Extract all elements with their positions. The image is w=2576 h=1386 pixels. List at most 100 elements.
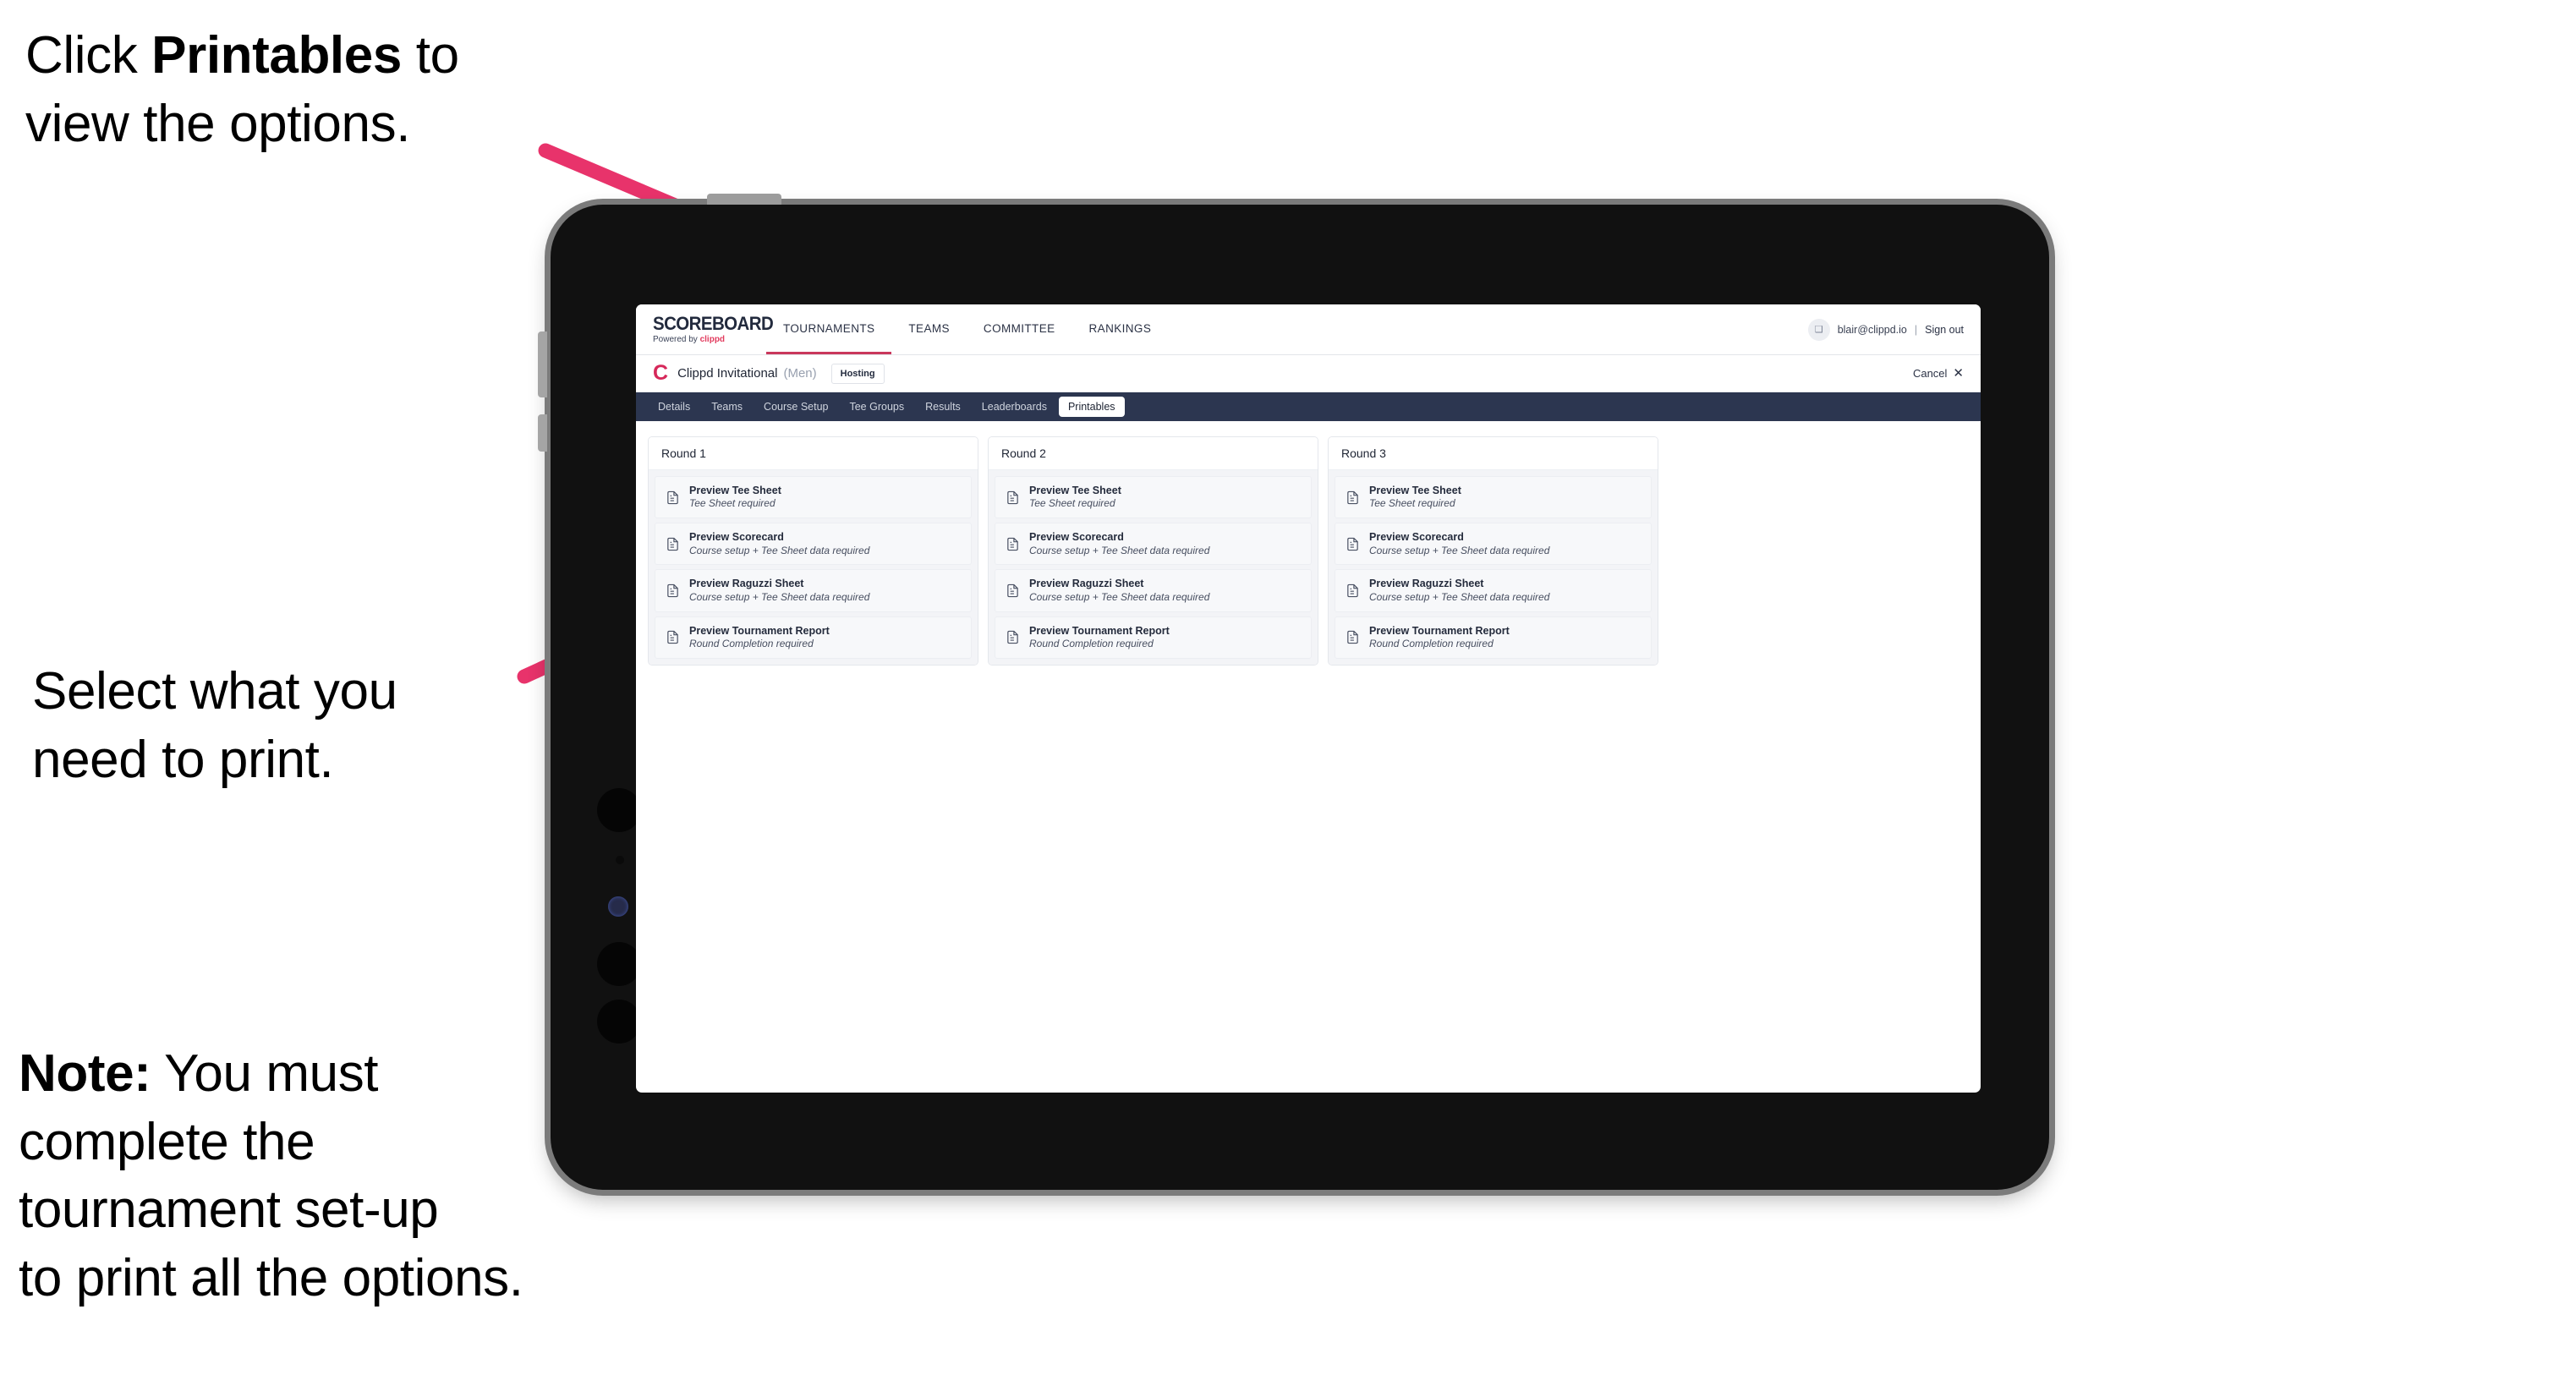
main-navigation: TOURNAMENTS TEAMS COMMITTEE RANKINGS — [766, 304, 1168, 354]
list-item-title: Preview Tournament Report — [689, 624, 830, 637]
document-icon — [667, 630, 678, 644]
list-item-subtitle: Tee Sheet required — [689, 497, 776, 510]
tournament-gender: (Men) — [783, 366, 817, 381]
list-item-title: Preview Tee Sheet — [689, 485, 781, 496]
tab-details[interactable]: Details — [649, 397, 699, 417]
list-item-title: Preview Raguzzi Sheet — [1029, 578, 1144, 590]
document-icon — [667, 583, 678, 598]
close-icon: ✕ — [1953, 366, 1964, 381]
nav-item-committee[interactable]: COMMITTEE — [967, 304, 1072, 354]
list-item[interactable]: Preview Tournament Report Round Completi… — [995, 616, 1312, 659]
clippd-logo-icon: C — [653, 361, 669, 385]
list-item[interactable]: Preview Tournament Report Round Completi… — [1335, 616, 1652, 659]
document-icon — [1007, 490, 1018, 504]
tournament-name: Clippd Invitational — [677, 366, 778, 381]
brand-sub-clippd: clippd — [699, 335, 726, 344]
round-column-3: Round 3 Preview Tee Sheet Tee Sheet requ… — [1328, 436, 1658, 666]
list-item[interactable]: Preview Scorecard Course setup + Tee She… — [1335, 523, 1652, 566]
sign-out-link[interactable]: Sign out — [1925, 324, 1964, 336]
list-item[interactable]: Preview Tee Sheet Tee Sheet required — [655, 476, 972, 519]
brand-sub-prefix: Powered by — [653, 335, 700, 344]
round-items-list: Preview Tee Sheet Tee Sheet required Pre… — [649, 470, 978, 665]
nav-item-rankings[interactable]: RANKINGS — [1072, 304, 1169, 354]
microphone-icon — [616, 856, 624, 864]
status-badge: Hosting — [830, 363, 885, 384]
volume-up-button[interactable] — [538, 331, 547, 397]
tab-teams[interactable]: Teams — [702, 397, 752, 417]
round-column-2: Round 2 Preview Tee Sheet Tee Sheet requ… — [988, 436, 1318, 666]
cancel-button[interactable]: Cancel ✕ — [1913, 367, 1964, 380]
document-icon — [1007, 537, 1018, 551]
app-screen: SCOREBOARD Powered by clippd TOURNAMENTS… — [636, 304, 1981, 1093]
global-header: SCOREBOARD Powered by clippd TOURNAMENTS… — [636, 304, 1981, 355]
annotation-select-what-to-print: Select what you need to print. — [32, 662, 397, 789]
list-item-subtitle: Round Completion required — [689, 637, 814, 649]
document-icon — [1347, 490, 1358, 504]
tab-results[interactable]: Results — [916, 397, 970, 417]
list-item-subtitle: Course setup + Tee Sheet data required — [1369, 590, 1550, 603]
list-item-title: Preview Tee Sheet — [1029, 485, 1121, 496]
account-area: ❑ blair@clippd.io | Sign out — [1807, 304, 1964, 354]
document-icon — [667, 490, 678, 504]
list-item-title: Preview Tee Sheet — [1369, 485, 1461, 496]
flash-icon — [597, 1000, 641, 1044]
printables-content: Round 1 Preview Tee Sheet Tee Sheet requ… — [636, 421, 1981, 681]
list-item[interactable]: Preview Raguzzi Sheet Course setup + Tee… — [655, 569, 972, 612]
cancel-label: Cancel — [1912, 367, 1948, 380]
list-item-title: Preview Scorecard — [689, 531, 784, 544]
round-column-1: Round 1 Preview Tee Sheet Tee Sheet requ… — [648, 436, 978, 666]
tab-course-setup[interactable]: Course Setup — [754, 397, 837, 417]
tournament-header: C Clippd Invitational (Men) Hosting Canc… — [636, 355, 1981, 392]
list-item[interactable]: Preview Tee Sheet Tee Sheet required — [1335, 476, 1652, 519]
list-item-subtitle: Course setup + Tee Sheet data required — [689, 544, 870, 556]
annotation-click-printables: Click Printables to view the options. — [25, 26, 459, 153]
nav-item-teams[interactable]: TEAMS — [891, 304, 967, 354]
list-item[interactable]: Preview Raguzzi Sheet Course setup + Tee… — [995, 569, 1312, 612]
nav-item-tournaments[interactable]: TOURNAMENTS — [766, 304, 892, 354]
tab-tee-groups[interactable]: Tee Groups — [840, 397, 913, 417]
tab-printables[interactable]: Printables — [1058, 397, 1125, 417]
document-icon — [1007, 583, 1018, 598]
camera-lens-secondary-icon — [597, 942, 641, 986]
round-items-list: Preview Tee Sheet Tee Sheet required Pre… — [1329, 470, 1658, 665]
list-item-subtitle: Course setup + Tee Sheet data required — [1369, 544, 1550, 556]
list-item-subtitle: Round Completion required — [1369, 637, 1494, 649]
list-item-subtitle: Course setup + Tee Sheet data required — [1029, 544, 1210, 556]
brand-subtitle: Powered by clippd — [653, 336, 746, 344]
list-item[interactable]: Preview Scorecard Course setup + Tee She… — [655, 523, 972, 566]
round-title: Round 2 — [989, 437, 1318, 470]
section-tabs: Details Teams Course Setup Tee Groups Re… — [636, 392, 1981, 421]
avatar[interactable]: ❑ — [1807, 318, 1830, 341]
camera-lens-icon — [597, 788, 641, 832]
sensor-icon — [608, 896, 628, 917]
list-item[interactable]: Preview Scorecard Course setup + Tee She… — [995, 523, 1312, 566]
user-email: blair@clippd.io — [1837, 323, 1907, 336]
list-item-title: Preview Scorecard — [1369, 531, 1464, 544]
document-icon — [1007, 630, 1018, 644]
tab-leaderboards[interactable]: Leaderboards — [973, 397, 1056, 417]
list-item-subtitle: Tee Sheet required — [1029, 497, 1115, 510]
list-item[interactable]: Preview Raguzzi Sheet Course setup + Tee… — [1335, 569, 1652, 612]
list-item-title: Preview Tournament Report — [1369, 624, 1510, 637]
list-item-title: Preview Tournament Report — [1029, 624, 1170, 637]
list-item-subtitle: Course setup + Tee Sheet data required — [1029, 590, 1210, 603]
round-title: Round 3 — [1329, 437, 1658, 470]
document-icon — [1347, 630, 1358, 644]
list-item[interactable]: Preview Tee Sheet Tee Sheet required — [995, 476, 1312, 519]
document-icon — [1347, 537, 1358, 551]
list-item-title: Preview Raguzzi Sheet — [1369, 578, 1484, 590]
volume-down-button[interactable] — [538, 414, 547, 452]
list-item-title: Preview Raguzzi Sheet — [689, 578, 804, 590]
round-items-list: Preview Tee Sheet Tee Sheet required Pre… — [989, 470, 1318, 665]
document-icon — [667, 537, 678, 551]
power-button[interactable] — [707, 194, 781, 205]
document-icon — [1347, 583, 1358, 598]
list-item-subtitle: Tee Sheet required — [1369, 497, 1455, 510]
list-item-subtitle: Round Completion required — [1029, 637, 1154, 649]
separator: | — [1914, 323, 1918, 336]
brand-title: SCOREBOARD — [653, 313, 774, 334]
round-title: Round 1 — [649, 437, 978, 470]
scoreboard-logo[interactable]: SCOREBOARD Powered by clippd — [653, 304, 774, 354]
list-item-subtitle: Course setup + Tee Sheet data required — [689, 590, 870, 603]
list-item[interactable]: Preview Tournament Report Round Completi… — [655, 616, 972, 659]
